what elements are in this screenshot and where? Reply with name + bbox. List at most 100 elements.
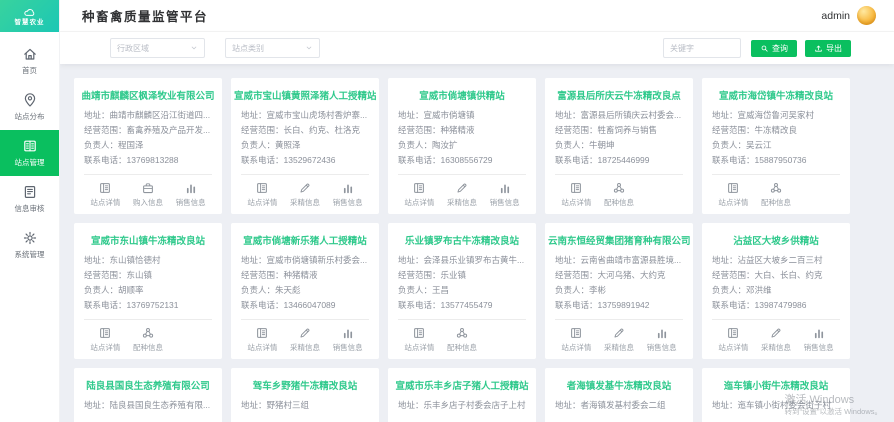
action-sales[interactable]: 销售信息: [169, 181, 212, 208]
site-card: 宣威市倘塘新乐猪人工授精站 地址：宣威市倘塘镇新乐村委会...经营范围：种猪精液…: [231, 223, 379, 359]
action-semen-collect[interactable]: 采精信息: [284, 181, 327, 208]
site-card: 乐业镇罗布古牛冻精改良站 地址：会泽县乐业镇罗布古黄牛...经营范围：乐业镇负责…: [388, 223, 536, 359]
action-breeding[interactable]: 配种信息: [441, 326, 484, 353]
region-select[interactable]: 行政区域: [110, 38, 205, 58]
action-sales[interactable]: 销售信息: [326, 326, 369, 353]
site-card: 驾车乡野猪牛冻精改良站 地址：野猪村三组: [231, 368, 379, 422]
site-card-title: 者海镇发基牛冻精改良站: [548, 378, 690, 392]
card-field: 地址：野猪村三组: [241, 398, 369, 413]
action-site-detail[interactable]: 站点详情: [398, 181, 441, 208]
action-site-detail[interactable]: 站点详情: [84, 326, 127, 353]
card-field: 地址：曲靖市麒麟区沿江街道四...: [84, 108, 212, 123]
action-site-detail[interactable]: 站点详情: [555, 181, 598, 208]
card-field: 地址：富源县后所镇庆云村委会...: [555, 108, 683, 123]
site-detail-icon: [98, 326, 112, 340]
sidebar-item-map-pin[interactable]: 站点分布: [0, 84, 59, 130]
action-site-detail[interactable]: 站点详情: [555, 326, 598, 353]
sidebar: 智慧农业 首页 站点分布 站点管理 信息审核 系统管理: [0, 0, 60, 422]
card-field: 经营范围：乐业镇: [398, 268, 526, 283]
site-detail-icon: [412, 181, 426, 195]
sales-icon: [341, 181, 355, 195]
site-card-title: 宣威市倘塘新乐猪人工授精站: [234, 233, 376, 247]
site-card-title: 沾益区大坡乡供精站: [705, 233, 847, 247]
site-card-actions: 站点详情 购入信息 销售信息: [84, 174, 212, 208]
site-card-title: 宣威市海岱镇牛冻精改良站: [705, 88, 847, 102]
category-select[interactable]: 站点类别: [225, 38, 320, 58]
sidebar-item-audit[interactable]: 信息审核: [0, 176, 59, 222]
action-site-detail[interactable]: 站点详情: [241, 326, 284, 353]
action-purchase[interactable]: 购入信息: [127, 181, 170, 208]
card-field: 地址：者海镇发基村委会二组: [555, 398, 683, 413]
site-card-actions: 站点详情 配种信息: [555, 174, 683, 208]
card-field: 经营范围：东山镇: [84, 268, 212, 283]
site-card-fields: 地址：迤车镇小街村委会街子村: [712, 398, 840, 413]
site-card-actions: 站点详情 采精信息 销售信息: [241, 174, 369, 208]
site-card: 迤车镇小街牛冻精改良站 地址：迤车镇小街村委会街子村: [702, 368, 850, 422]
action-semen-collect[interactable]: 采精信息: [598, 326, 641, 353]
action-site-detail[interactable]: 站点详情: [84, 181, 127, 208]
action-sales[interactable]: 销售信息: [483, 181, 526, 208]
action-semen-collect[interactable]: 采精信息: [755, 326, 798, 353]
sales-icon: [498, 181, 512, 195]
card-field: 经营范围：畜禽养殖及产品开发...: [84, 123, 212, 138]
sidebar-nav: 首页 站点分布 站点管理 信息审核 系统管理: [0, 32, 59, 268]
site-card-fields: 地址：宣威市倘塘镇新乐村委会...经营范围：种猪精液负责人：朱天彪联系电话：13…: [241, 253, 369, 313]
site-detail-icon: [569, 181, 583, 195]
sidebar-item-gear[interactable]: 系统管理: [0, 222, 59, 268]
site-card-title: 宣威市东山镇牛冻精改良站: [77, 233, 219, 247]
breeding-icon: [612, 181, 626, 195]
site-card-actions: 站点详情 采精信息 销售信息: [712, 319, 840, 353]
map-pin-icon: [22, 92, 38, 108]
top-header: 种畜禽质量监管平台 admin: [60, 0, 894, 32]
site-card-title: 富源县后所庆云牛冻精改良点: [548, 88, 690, 102]
sales-icon: [812, 326, 826, 340]
purchase-icon: [141, 181, 155, 195]
chevron-down-icon: [305, 44, 313, 52]
action-breeding[interactable]: 配种信息: [127, 326, 170, 353]
action-sales[interactable]: 销售信息: [326, 181, 369, 208]
card-field: 负责人：黄照泽: [241, 138, 369, 153]
breeding-icon: [141, 326, 155, 340]
card-grid: 曲靖市麒麟区枫泽牧业有限公司 地址：曲靖市麒麟区沿江街道四...经营范围：畜禽养…: [74, 78, 894, 422]
action-breeding[interactable]: 配种信息: [755, 181, 798, 208]
action-sales[interactable]: 销售信息: [640, 326, 683, 353]
site-card-actions: 站点详情 采精信息 销售信息: [241, 319, 369, 353]
site-card-title: 曲靖市麒麟区枫泽牧业有限公司: [77, 88, 219, 102]
site-card-actions: 站点详情 配种信息: [398, 319, 526, 353]
action-breeding[interactable]: 配种信息: [598, 181, 641, 208]
action-sales[interactable]: 销售信息: [797, 326, 840, 353]
export-button[interactable]: 导出: [805, 40, 851, 57]
card-field: 地址：宣威市宝山虎场村香炉寨...: [241, 108, 369, 123]
gear-icon: [22, 230, 38, 246]
card-field: 联系电话：13769813288: [84, 153, 212, 168]
site-card-title: 宣威市倘塘镇供精站: [391, 88, 533, 102]
site-card: 宣威市东山镇牛冻精改良站 地址：东山镇恰德村经营范围：东山镇负责人：胡顺率联系电…: [74, 223, 222, 359]
card-field: 经营范围：牛冻精改良: [712, 123, 840, 138]
export-icon: [814, 44, 823, 53]
site-card-actions: 站点详情 采精信息 销售信息: [555, 319, 683, 353]
card-field: 负责人：吴云江: [712, 138, 840, 153]
site-card-actions: 站点详情 配种信息: [84, 319, 212, 353]
action-site-detail[interactable]: 站点详情: [398, 326, 441, 353]
action-site-detail[interactable]: 站点详情: [712, 326, 755, 353]
export-button-label: 导出: [826, 43, 842, 54]
action-semen-collect[interactable]: 采精信息: [284, 326, 327, 353]
card-field: 负责人：朱天彪: [241, 283, 369, 298]
action-semen-collect[interactable]: 采精信息: [441, 181, 484, 208]
sidebar-item-home[interactable]: 首页: [0, 38, 59, 84]
site-card-fields: 地址：者海镇发基村委会二组: [555, 398, 683, 413]
card-field: 地址：宣威海岱鲁河吴家村: [712, 108, 840, 123]
sidebar-item-site-manage[interactable]: 站点管理: [0, 130, 59, 176]
search-button[interactable]: 查询: [751, 40, 797, 57]
user-menu[interactable]: admin: [821, 6, 876, 25]
action-site-detail[interactable]: 站点详情: [241, 181, 284, 208]
site-card: 陆良县国良生态养殖有限公司 地址：陆良县国良生态养殖有限...: [74, 368, 222, 422]
keyword-input[interactable]: [663, 38, 741, 58]
semen-collect-icon: [455, 181, 469, 195]
home-icon: [22, 46, 38, 62]
site-card-title: 迤车镇小街牛冻精改良站: [705, 378, 847, 392]
site-card-fields: 地址：沾益区大坡乡二百三村经营范围：大白、长白、约克负责人：邓洪维联系电话：13…: [712, 253, 840, 313]
action-site-detail[interactable]: 站点详情: [712, 181, 755, 208]
site-card-fields: 地址：富源县后所镇庆云村委会...经营范围：牲畜饲养与销售负责人：牛朝坤联系电话…: [555, 108, 683, 168]
avatar[interactable]: [857, 6, 876, 25]
